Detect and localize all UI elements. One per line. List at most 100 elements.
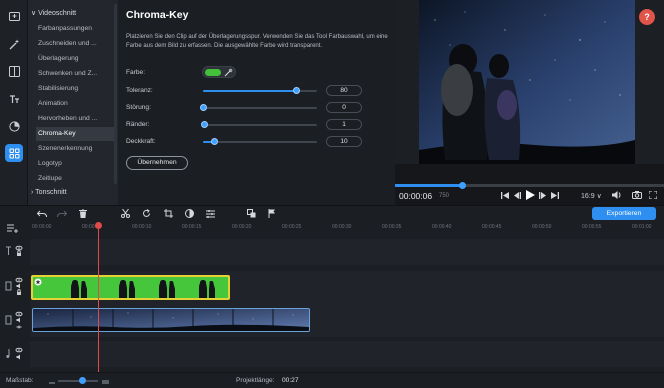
zoom-out-icon[interactable] <box>48 377 56 384</box>
speaker-icon <box>16 317 20 323</box>
edges-slider[interactable] <box>200 121 317 128</box>
menu-item-pan-zoom[interactable]: Schwenken und Z... <box>38 67 114 81</box>
chroma-key-clip[interactable] <box>31 275 230 300</box>
eyedropper-icon[interactable] <box>224 68 233 77</box>
eye-icon <box>15 347 23 353</box>
menu-item-scene-detection[interactable]: Szenenerkennung <box>38 142 114 156</box>
next-frame-icon[interactable] <box>539 189 547 201</box>
menu-item-animation[interactable]: Animation <box>38 97 114 111</box>
menu-item-stabilization[interactable]: Stabilisierung <box>38 82 114 96</box>
project-length-value: 00:27 <box>282 377 299 384</box>
marker-icon[interactable] <box>267 208 277 219</box>
lock-icon <box>17 250 21 256</box>
apply-button[interactable]: Übernehmen <box>126 156 188 170</box>
titles-icon[interactable] <box>5 90 23 108</box>
aspect-ratio-select[interactable]: 16:9 ∨ <box>581 192 602 200</box>
zoom-slider-handle[interactable] <box>79 377 86 384</box>
current-time: 00:00:06 <box>399 191 433 201</box>
menu-group-video[interactable]: ∨ Videoschnitt <box>31 9 76 17</box>
play-icon[interactable] <box>525 189 535 201</box>
timeline-ruler[interactable]: 00:00:00 00:00:05 00:00:10 00:00:15 00:0… <box>30 221 664 235</box>
edges-value[interactable]: 1 <box>326 119 362 130</box>
cut-icon[interactable] <box>120 208 130 219</box>
clip-thumbnails <box>34 278 215 298</box>
tolerance-slider-handle[interactable] <box>292 87 300 94</box>
timeline-toolbar <box>0 205 664 221</box>
eye-icon <box>15 277 23 283</box>
menu-item-highlight-conceal[interactable]: Hervorheben und ... <box>38 112 114 126</box>
ruler-tick: 00:00:40 <box>432 224 452 230</box>
playhead-handle[interactable] <box>95 222 102 229</box>
fullscreen-icon[interactable] <box>648 189 658 201</box>
playhead[interactable] <box>98 222 99 372</box>
crop-icon[interactable] <box>163 208 173 219</box>
opacity-slider-handle[interactable] <box>210 138 218 145</box>
filters-icon[interactable] <box>5 117 23 135</box>
speaker-icon <box>16 354 20 360</box>
noise-value[interactable]: 0 <box>326 102 362 113</box>
key-color-swatch <box>205 69 221 76</box>
ruler-tick: 00:00:45 <box>482 224 502 230</box>
skip-to-end-icon[interactable] <box>551 189 559 201</box>
status-bar <box>0 372 664 388</box>
undo-icon[interactable] <box>36 208 48 219</box>
menu-item-logo[interactable]: Logotyp <box>38 157 114 171</box>
audio-track[interactable] <box>30 341 664 367</box>
menu-scrollbar[interactable] <box>114 4 117 184</box>
title-track[interactable] <box>30 239 664 265</box>
color-adjust-icon[interactable] <box>184 208 194 219</box>
menu-item-crop-rotate[interactable]: Zuschneiden und ... <box>38 37 114 51</box>
more-tools-icon[interactable] <box>5 144 23 162</box>
menu-item-color-adjustments[interactable]: Farbanpassungen <box>38 22 114 36</box>
zoom-in-icon[interactable] <box>101 377 110 384</box>
menu-item-overlay[interactable]: Überlagerung <box>38 52 114 66</box>
chevron-down-icon: ∨ <box>31 10 37 17</box>
project-length-label: Projektlänge: <box>236 377 275 384</box>
rotate-icon[interactable] <box>141 208 151 219</box>
noise-slider-handle[interactable] <box>199 104 207 111</box>
tool-rail <box>0 0 28 205</box>
redo-icon[interactable] <box>56 208 68 219</box>
aspect-ratio-value: 16:9 <box>581 193 595 200</box>
volume-icon[interactable] <box>612 189 622 201</box>
ruler-tick: 00:01:00 <box>632 224 652 230</box>
chroma-key-panel: Chroma-Key Platzieren Sie den Clip auf d… <box>118 0 394 205</box>
opacity-value[interactable]: 10 <box>326 136 362 147</box>
ruler-tick: 00:00:00 <box>32 224 52 230</box>
edges-label: Ränder: <box>126 121 150 128</box>
noise-label: Störung: <box>126 104 151 111</box>
add-track-icon[interactable] <box>6 223 20 233</box>
panel-description: Platzieren Sie den Clip auf der Überlage… <box>126 34 388 49</box>
menu-group-audio[interactable]: › Tonschnitt <box>31 189 67 196</box>
tolerance-slider[interactable] <box>203 87 317 94</box>
color-picker[interactable] <box>202 66 236 78</box>
zoom-slider[interactable] <box>58 380 98 382</box>
edges-slider-handle[interactable] <box>200 121 208 128</box>
tool-menu: ∨ Videoschnitt Farbanpassungen Zuschneid… <box>28 0 118 205</box>
menu-item-chroma-key[interactable]: Chroma-Key <box>36 127 116 141</box>
noise-slider[interactable] <box>199 104 317 111</box>
ruler-tick: 00:00:35 <box>382 224 402 230</box>
current-frame: 750 <box>439 193 450 199</box>
night-sky-couple-image <box>395 0 664 181</box>
menu-item-slow-motion[interactable]: Zeitlupe <box>38 172 114 186</box>
insert-transition-icon[interactable] <box>246 208 256 219</box>
help-button[interactable]: ? <box>639 9 655 25</box>
opacity-slider[interactable] <box>203 138 317 145</box>
delete-icon[interactable] <box>78 208 88 219</box>
snapshot-icon[interactable] <box>632 189 642 201</box>
ruler-tick: 00:00:15 <box>182 224 202 230</box>
overlay-track-controls <box>0 276 30 298</box>
magic-wand-icon[interactable] <box>5 35 23 53</box>
video-frame[interactable] <box>395 0 664 181</box>
opacity-label: Deckkraft: <box>126 138 156 145</box>
clip-properties-icon[interactable] <box>205 208 215 219</box>
import-icon[interactable] <box>5 7 23 25</box>
previous-frame-icon[interactable] <box>513 189 521 201</box>
transitions-icon[interactable] <box>5 62 23 80</box>
playback-progress[interactable] <box>395 182 664 189</box>
tolerance-value[interactable]: 80 <box>326 85 362 96</box>
background-video-clip[interactable] <box>32 308 310 332</box>
export-button[interactable]: Exportieren <box>592 207 656 220</box>
skip-to-start-icon[interactable] <box>501 189 509 201</box>
